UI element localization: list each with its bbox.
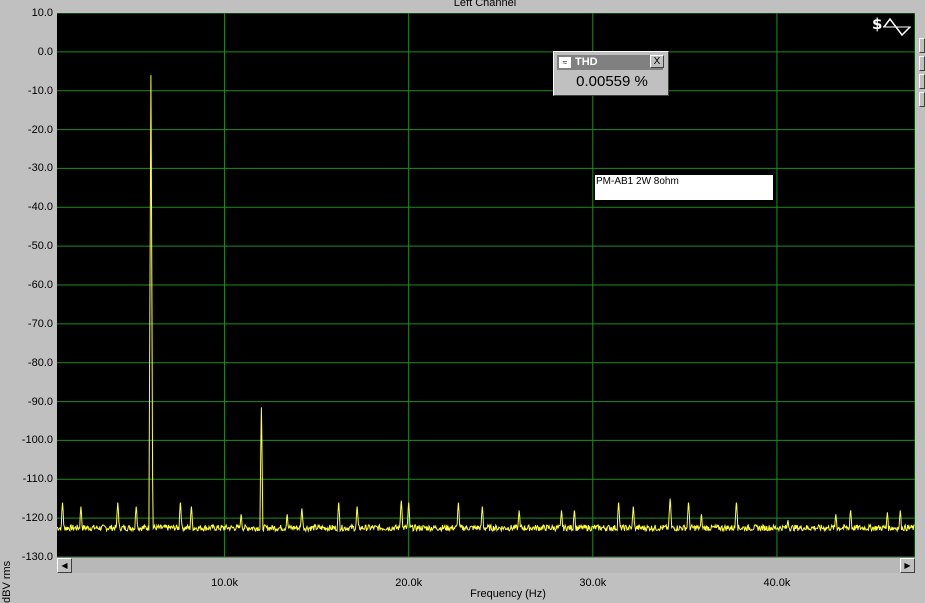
y-tick-label: 0.0 bbox=[37, 45, 53, 58]
spectrum-trace bbox=[57, 75, 915, 533]
plot-area[interactable] bbox=[57, 13, 915, 557]
horizontal-scrollbar[interactable]: ◀ ▶ bbox=[57, 557, 915, 573]
y-tick-label: -20.0 bbox=[27, 123, 53, 136]
thd-titlebar[interactable]: ≈ THD bbox=[557, 55, 663, 70]
thd-title: THD bbox=[575, 56, 598, 68]
scroll-left-button[interactable]: ◀ bbox=[57, 558, 72, 573]
annotation-box[interactable]: PM-AB1 2W 8ohm bbox=[595, 175, 773, 200]
y-tick-label: -90.0 bbox=[27, 395, 53, 408]
y-tick-label: -80.0 bbox=[27, 356, 53, 369]
y-tick-label: -50.0 bbox=[27, 240, 53, 253]
y-tick-label: -100.0 bbox=[21, 434, 53, 447]
scroll-right-button[interactable]: ▶ bbox=[900, 558, 915, 573]
x-axis-label: Frequency (Hz) bbox=[470, 588, 546, 600]
thd-value: 0.00559 % bbox=[576, 73, 648, 90]
y-tick-label: -10.0 bbox=[27, 84, 53, 97]
spectrum-chart bbox=[57, 13, 915, 557]
y-tick-label: -30.0 bbox=[27, 162, 53, 175]
y-tick-label: 10.0 bbox=[31, 7, 53, 19]
y-tick-label: -110.0 bbox=[22, 473, 53, 486]
y-tick-label: -60.0 bbox=[27, 279, 53, 291]
svg-text:$: $ bbox=[872, 15, 882, 33]
annotation-text: PM-AB1 2W 8ohm bbox=[596, 176, 679, 187]
y-tick-label: -120.0 bbox=[21, 512, 53, 525]
side-panel-edge bbox=[917, 38, 925, 116]
thd-meter-window[interactable]: ≈ THD X 0.00559 % bbox=[553, 51, 669, 96]
y-tick-label: -40.0 bbox=[27, 201, 53, 214]
chart-title: Left Channel bbox=[453, 0, 517, 9]
signal-generator-icon[interactable]: $ bbox=[870, 15, 912, 37]
close-icon[interactable]: X bbox=[650, 55, 664, 68]
waveform-icon: ≈ bbox=[559, 57, 571, 68]
y-tick-label: -70.0 bbox=[27, 317, 53, 330]
